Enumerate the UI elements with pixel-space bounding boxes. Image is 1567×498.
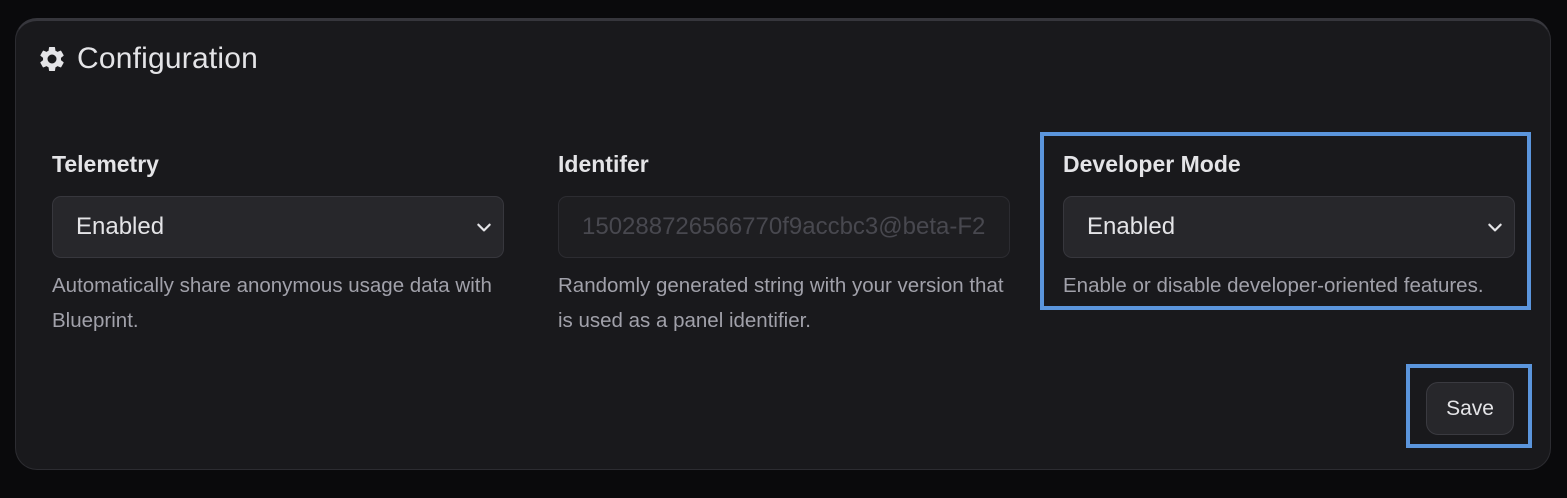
save-highlight <box>1406 364 1532 448</box>
identifier-field: Identifer 150288726566770f9accbc3@beta-F… <box>558 149 1010 332</box>
developer-mode-highlight <box>1040 132 1531 310</box>
telemetry-label: Telemetry <box>52 151 159 177</box>
identifier-help: Randomly generated string with your vers… <box>558 274 1004 332</box>
identifier-input-value: 150288726566770f9accbc3@beta-F2 <box>582 213 986 240</box>
telemetry-select-value: Enabled <box>76 213 165 240</box>
card-header: Configuration <box>37 42 258 76</box>
identifier-label: Identifer <box>558 151 649 177</box>
card-title: Configuration <box>77 42 259 75</box>
gear-icon <box>40 46 64 71</box>
telemetry-select[interactable]: Enabled <box>52 196 504 258</box>
telemetry-field: Telemetry Enabled Automatically share an… <box>52 149 504 332</box>
chevron-down-icon <box>477 223 491 232</box>
telemetry-help: Automatically share anonymous usage data… <box>52 274 492 332</box>
identifier-input[interactable]: 150288726566770f9accbc3@beta-F2 <box>558 196 1010 258</box>
